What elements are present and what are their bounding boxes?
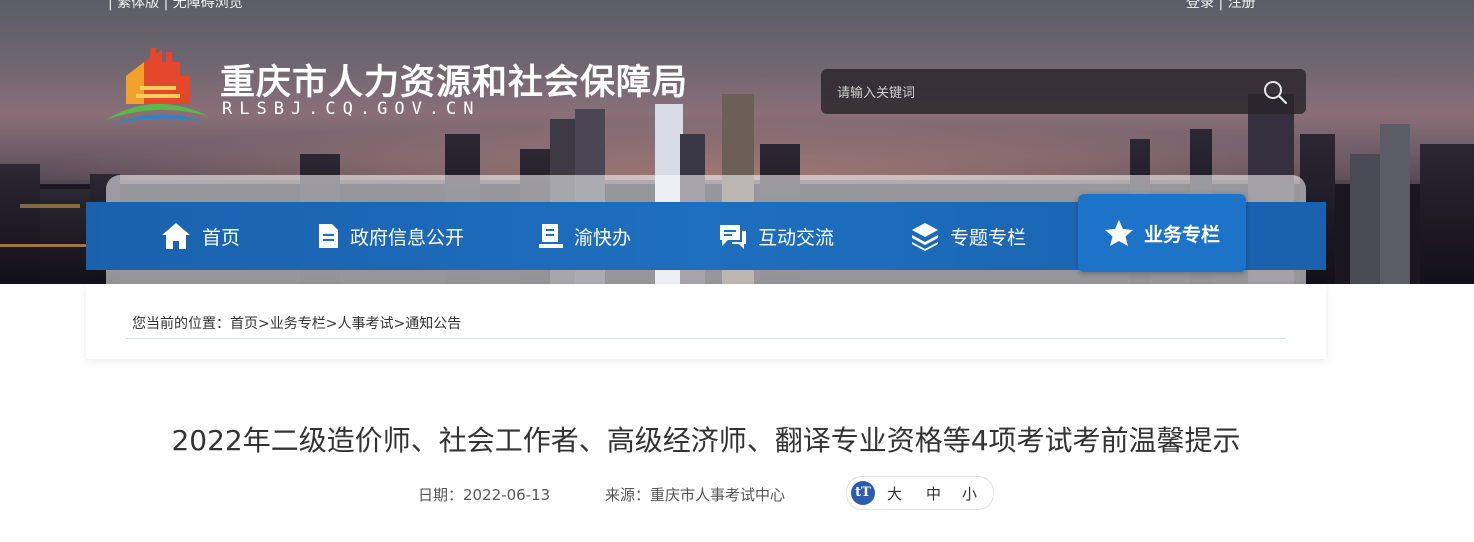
breadcrumb-separator: > <box>258 316 270 332</box>
search-icon[interactable] <box>1262 79 1288 105</box>
top-left-links[interactable]: | 繁体版 | 无障碍浏览 <box>108 0 243 12</box>
nav-item-business[interactable]: 业务专栏 <box>1078 194 1246 272</box>
document-icon <box>319 224 338 248</box>
nav-item-yukuaiban[interactable]: 渝快办 <box>538 202 631 270</box>
star-icon <box>1104 220 1133 246</box>
breadcrumb-item-home[interactable]: 首页 <box>230 316 258 332</box>
article-source: 来源：重庆市人事考试中心 <box>605 484 785 505</box>
nav-item-label: 专题专栏 <box>950 226 1027 249</box>
search-input[interactable] <box>835 79 1239 107</box>
nav-item-label: 渝快办 <box>574 226 632 249</box>
breadcrumb-separator: > <box>393 316 406 332</box>
nav-item-label: 业务专栏 <box>1143 223 1220 246</box>
layers-icon <box>912 223 938 251</box>
source-value: 重庆市人事考试中心 <box>650 486 786 504</box>
nav-item-label: 首页 <box>202 226 241 249</box>
breadcrumb-item-notices[interactable]: 通知公告 <box>405 316 461 332</box>
service-icon <box>539 224 563 248</box>
nav-item-label: 政府信息公开 <box>350 226 465 249</box>
article-date: 日期：2022-06-13 <box>418 484 550 505</box>
font-size-switcher: tT 大 中 小 <box>846 476 994 510</box>
nav-item-label: 互动交流 <box>758 226 835 249</box>
nav-item-gov-info[interactable]: 政府信息公开 <box>316 202 464 270</box>
font-size-icon: tT <box>851 481 875 505</box>
site-title[interactable]: 重庆市人力资源和社会保障局 <box>220 54 688 105</box>
search-bar <box>821 69 1306 114</box>
breadcrumb: 您当前的位置：首页>业务专栏>人事考试>通知公告 <box>132 313 461 333</box>
breadcrumb-item-exam[interactable]: 人事考试 <box>337 316 393 332</box>
font-size-small[interactable]: 小 <box>962 483 977 504</box>
home-icon <box>162 223 190 249</box>
breadcrumb-separator: > <box>325 316 338 332</box>
top-right-links[interactable]: 登录 | 注册 <box>1186 0 1256 12</box>
site-domain: RLSBJ.CQ.GOV.CN <box>222 99 481 119</box>
date-label: 日期： <box>418 486 464 504</box>
breadcrumb-item-business[interactable]: 业务专栏 <box>270 316 326 332</box>
breadcrumb-panel: 您当前的位置：首页>业务专栏>人事考试>通知公告 <box>86 284 1326 359</box>
breadcrumb-divider <box>126 338 1286 339</box>
font-size-large[interactable]: 大 <box>887 483 902 504</box>
font-size-medium[interactable]: 中 <box>926 483 941 504</box>
nav-item-interaction[interactable]: 互动交流 <box>718 202 834 270</box>
nav-item-special-topics[interactable]: 专题专栏 <box>910 202 1026 270</box>
chat-icon <box>720 225 746 249</box>
nav-item-home[interactable]: 首页 <box>160 202 240 270</box>
breadcrumb-prefix: 您当前的位置： <box>132 316 230 332</box>
article-title: 2022年二级造价师、社会工作者、高级经济师、翻译专业资格等4项考试考前温馨提示 <box>171 424 1241 457</box>
source-label: 来源： <box>605 486 651 504</box>
date-value: 2022-06-13 <box>463 486 551 504</box>
site-logo-icon[interactable] <box>104 46 210 126</box>
